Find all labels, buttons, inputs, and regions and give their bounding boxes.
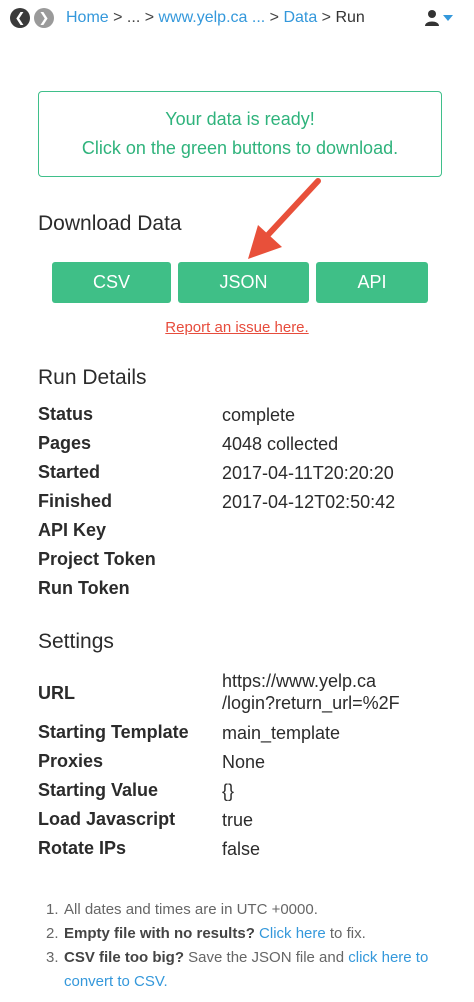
forward-icon[interactable]: ❯ [34,8,54,28]
started-value: 2017-04-11T20:20:20 [222,463,394,483]
pages-label: Pages [38,433,92,453]
back-icon[interactable]: ❮ [10,8,30,28]
status-value: complete [222,405,296,425]
csv-button[interactable]: CSV [52,262,171,303]
started-label: Started [38,462,101,482]
note-bold: Empty file with no results? [64,925,255,942]
proxies-value: None [222,752,266,772]
starting-template-label: Starting Template [38,722,189,742]
starting-value-label: Starting Value [38,780,159,800]
note-text: All dates and times are in UTC +0000. [64,901,318,918]
status-label: Status [38,404,94,424]
settings-heading: Settings [38,630,114,653]
download-heading: Download Data [38,212,182,235]
starting-template-value: main_template [222,723,341,743]
crumb-site[interactable]: www.yelp.ca ... [159,9,266,26]
annotation-arrow [248,178,321,259]
crumb-ellipsis[interactable]: ... [127,9,140,26]
note-bold: CSV file too big? [64,949,184,966]
ready-line-1: Your data is ready! [165,109,315,129]
url-label: URL [38,683,75,703]
empty-file-fix-link[interactable]: Click here [259,925,326,942]
proxies-label: Proxies [38,751,104,771]
note-text: to fix. [325,925,366,942]
crumb-current: Run [335,9,365,26]
load-javascript-value: true [222,810,254,830]
crumb-separator: > [317,9,336,26]
report-issue-link[interactable]: Report an issue here. [0,319,474,336]
user-icon[interactable] [424,9,440,27]
caret-down-icon[interactable] [443,15,453,21]
note-item: 3. CSV file too big? Save the JSON file … [46,946,466,994]
note-number: 2. [46,925,59,942]
run-details-heading: Run Details [38,366,147,389]
api-key-label: API Key [38,520,107,540]
finished-value: 2017-04-12T02:50:42 [222,492,396,512]
note-item: 2. Empty file with no results? Click her… [46,922,466,946]
api-button[interactable]: API [316,262,428,303]
breadcrumb: Home > ... > www.yelp.ca ... > Data > Ru… [66,9,365,27]
top-nav: ❮ ❯ Home > ... > www.yelp.ca ... > Data … [0,0,474,38]
note-item: 1. All dates and times are in UTC +0000. [46,898,466,922]
run-token-label: Run Token [38,578,130,598]
url-value-line-2: /login?return_url=%2F [222,693,400,713]
project-token-label: Project Token [38,549,156,569]
note-number: 3. [46,949,59,966]
notes-list: 1. All dates and times are in UTC +0000.… [46,898,466,994]
rotate-ips-value: false [222,839,261,859]
data-ready-alert: Your data is ready! Click on the green b… [38,91,442,177]
run-page: ❮ ❯ Home > ... > www.yelp.ca ... > Data … [0,0,474,1002]
crumb-separator: > [265,9,284,26]
starting-value-value: {} [222,781,235,801]
rotate-ips-label: Rotate IPs [38,838,127,858]
crumb-home[interactable]: Home [66,9,109,26]
note-number: 1. [46,901,59,918]
ready-line-2: Click on the green buttons to download. [81,138,399,158]
url-value-line-1: https://www.yelp.ca [222,671,377,691]
crumb-data[interactable]: Data [283,9,317,26]
finished-label: Finished [38,491,113,511]
crumb-separator: > [108,9,127,26]
load-javascript-label: Load Javascript [38,809,176,829]
note-text: Save the JSON file and [184,949,349,966]
pages-value: 4048 collected [222,434,339,454]
crumb-separator: > [140,9,159,26]
